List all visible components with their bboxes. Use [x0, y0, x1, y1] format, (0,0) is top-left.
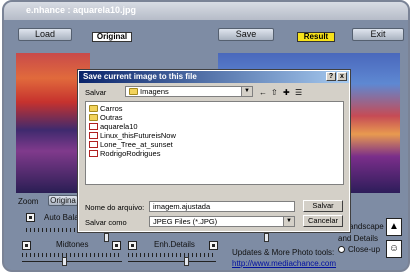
app-window: e.nhance : aquarela10.jpg Load Save Exit…: [2, 0, 410, 272]
list-item[interactable]: Outras: [89, 113, 123, 122]
new-folder-icon[interactable]: ✚: [283, 88, 290, 97]
result-label: Result: [297, 32, 335, 42]
up-folder-icon[interactable]: ⇧: [271, 88, 278, 97]
folder-icon: [89, 114, 98, 121]
midtones-ticks: [22, 253, 122, 257]
list-item[interactable]: Linux_thisFutureisNow: [89, 131, 176, 140]
chevron-down-icon[interactable]: ▼: [283, 217, 294, 226]
image-file-icon: [89, 150, 98, 157]
auto-balance-slider-knob[interactable]: [104, 233, 109, 242]
zoom-original-tab[interactable]: Origina: [48, 195, 78, 206]
window-title: e.nhance : aquarela10.jpg: [26, 5, 137, 15]
updates-label: Updates & More Photo tools:: [232, 248, 335, 257]
mediachance-link[interactable]: http://www.mediachance.com: [232, 259, 336, 268]
auto-balance-checkbox[interactable]: [26, 213, 35, 222]
right-slider-knob[interactable]: [264, 233, 269, 242]
dialog-cancel-button[interactable]: Cancelar: [303, 215, 343, 227]
save-in-label: Salvar: [85, 88, 107, 97]
midtones-label: Midtones: [56, 240, 89, 249]
load-button[interactable]: Load: [18, 28, 72, 41]
exit-button[interactable]: Exit: [352, 28, 404, 41]
dialog-title-bar: Save current image to this file ? x: [79, 71, 349, 83]
filename-label: Nome do arquivo:: [85, 203, 145, 212]
list-item[interactable]: RodrigoRodrigues: [89, 149, 160, 158]
save-as-label: Salvar como: [85, 218, 127, 227]
save-in-combo[interactable]: Imagens ▼: [125, 86, 253, 97]
list-item[interactable]: Lone_Tree_at_sunset: [89, 140, 173, 149]
dialog-close-button[interactable]: x: [337, 72, 347, 81]
landscape-icon[interactable]: ▲: [386, 218, 402, 236]
chevron-down-icon[interactable]: ▼: [241, 87, 252, 96]
zoom-label: Zoom: [18, 197, 39, 206]
save-button[interactable]: Save: [218, 28, 274, 41]
enh-details-label: Enh.Details: [154, 240, 195, 249]
enh-details-icon: [128, 241, 137, 250]
list-item[interactable]: Carros: [89, 104, 123, 113]
person-icon[interactable]: ☺: [386, 240, 402, 258]
dialog-save-button[interactable]: Salvar: [303, 200, 343, 212]
title-bar: e.nhance : aquarela10.jpg: [4, 2, 408, 20]
midtones-right-icon: [112, 241, 121, 250]
filetype-value: JPEG Files (*.JPG): [153, 217, 218, 226]
enh-details-slider-knob[interactable]: [184, 257, 189, 266]
save-dialog: Save current image to this file ? x Salv…: [77, 69, 351, 233]
filename-input[interactable]: imagem.ajustada: [149, 201, 295, 212]
close-up-radio[interactable]: [338, 246, 345, 253]
enh-details-right-icon: [209, 241, 218, 250]
close-up-label: Close-up: [348, 245, 381, 254]
image-file-icon: [89, 123, 98, 130]
image-file-icon: [89, 132, 98, 139]
dialog-title: Save current image to this file: [83, 72, 197, 81]
folder-icon: [89, 105, 98, 112]
midtones-slider-knob[interactable]: [62, 257, 67, 266]
details-label: and Details: [338, 234, 379, 243]
help-button[interactable]: ?: [326, 72, 336, 81]
auto-balance-ticks: [26, 228, 76, 232]
save-in-folder: Imagens: [140, 87, 169, 96]
image-file-icon: [89, 141, 98, 148]
back-icon[interactable]: ←: [259, 88, 267, 97]
folder-icon: [129, 88, 138, 95]
landscape-label: andscape: [349, 222, 384, 231]
midtones-icon: [22, 241, 31, 250]
list-item[interactable]: aquarela10: [89, 122, 138, 131]
filetype-select[interactable]: JPEG Files (*.JPG) ▼: [149, 216, 295, 227]
midtones-slider-track[interactable]: [22, 261, 122, 262]
view-menu-icon[interactable]: ☰: [295, 88, 302, 97]
file-list[interactable]: Carros Outras aquarela10 Linux_thisFutur…: [85, 101, 344, 185]
enh-details-ticks: [128, 253, 216, 257]
auto-balance-label: Auto Bala: [44, 213, 79, 222]
original-label: Original: [92, 32, 132, 42]
enh-details-slider-track[interactable]: [128, 261, 216, 262]
